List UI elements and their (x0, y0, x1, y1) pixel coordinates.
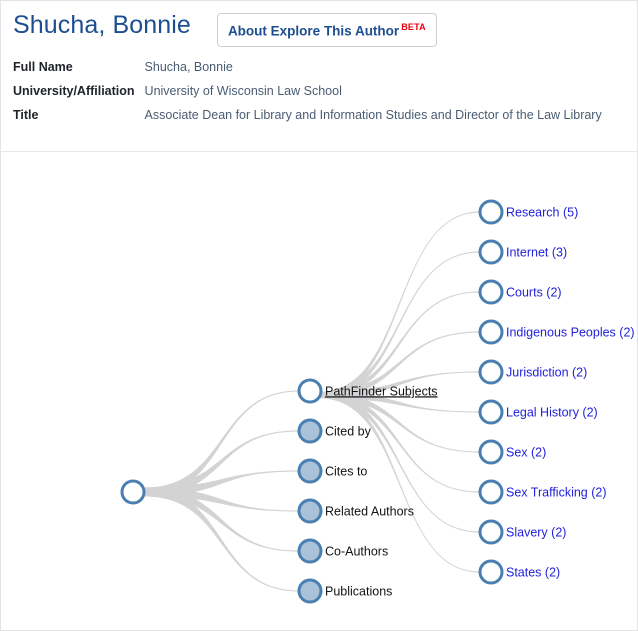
graph-node-subject[interactable]: Slavery (2) (478, 519, 566, 545)
graph-node-label[interactable]: Co-Authors (325, 544, 388, 558)
graph-node-label[interactable]: Cited by (325, 424, 372, 438)
graph-node-label[interactable]: Cites to (325, 464, 367, 478)
graph-nodes[interactable]: PathFinder Subjects Cited by Cites to Relat… (120, 199, 635, 604)
graph-node-label[interactable]: PathFinder Subjects (325, 384, 438, 398)
author-graph-canvas[interactable]: PathFinder Subjects Cited by Cites to Relat… (1, 152, 637, 622)
author-explorer-page: Shucha, Bonnie About Explore This Author… (0, 0, 638, 631)
graph-node-label[interactable]: Indigenous Peoples (2) (506, 325, 635, 339)
graph-node-subject[interactable]: Indigenous Peoples (2) (478, 319, 635, 345)
graph-node-subject[interactable]: Legal History (2) (478, 399, 598, 425)
graph-node-circle[interactable] (297, 418, 323, 444)
author-header: Shucha, Bonnie About Explore This Author… (1, 1, 637, 128)
metadata-row: Full Name Shucha, Bonnie (13, 56, 602, 80)
graph-node-subject[interactable]: Courts (2) (478, 279, 562, 305)
graph-node-label[interactable]: Courts (2) (506, 285, 562, 299)
graph-node-label[interactable]: Legal History (2) (506, 405, 598, 419)
graph-node-circle[interactable] (478, 279, 504, 305)
metadata-label: Full Name (13, 60, 73, 74)
graph-node-circle[interactable] (478, 439, 504, 465)
about-button-label: About Explore This Author (227, 23, 400, 39)
graph-node-circle[interactable] (478, 359, 504, 385)
graph-node-label[interactable]: Sex (2) (506, 445, 546, 459)
about-explore-this-author-button[interactable]: About Explore This Author BETA (216, 13, 437, 47)
metadata-value: University of Wisconsin Law School (144, 84, 342, 98)
graph-node-circle[interactable] (120, 479, 146, 505)
graph-node-label[interactable]: Research (5) (506, 205, 578, 219)
graph-node-circle[interactable] (297, 498, 323, 524)
graph-node-circle[interactable] (297, 458, 323, 484)
metadata-value: Shucha, Bonnie (144, 60, 233, 74)
graph-edge (319, 211, 480, 399)
graph-node-label[interactable]: States (2) (506, 565, 560, 579)
graph-node-label[interactable]: Internet (3) (506, 245, 567, 259)
graph-node-label[interactable]: Related Authors (325, 504, 414, 518)
graph-node-subject[interactable]: Sex (2) (478, 439, 546, 465)
graph-node-label[interactable]: Sex Trafficking (2) (506, 485, 607, 499)
graph-node-circle[interactable] (478, 319, 504, 345)
metadata-label: Title (13, 108, 39, 122)
graph-node-category[interactable]: Cited by (297, 418, 372, 444)
title-row: Shucha, Bonnie About Explore This Author… (13, 10, 625, 50)
graph-node-category[interactable]: Co-Authors (297, 538, 388, 564)
graph-node-circle[interactable] (478, 479, 504, 505)
graph-node-circle[interactable] (297, 538, 323, 564)
graph-node-category[interactable]: Publications (297, 578, 392, 604)
graph-node-label[interactable]: Jurisdiction (2) (506, 365, 587, 379)
graph-node-author-root[interactable] (120, 479, 146, 505)
author-graph-svg[interactable]: PathFinder Subjects Cited by Cites to Relat… (1, 152, 637, 622)
graph-node-subject[interactable]: Sex Trafficking (2) (478, 479, 607, 505)
graph-node-subject[interactable]: States (2) (478, 559, 560, 585)
metadata-row: Title Associate Dean for Library and Info… (13, 104, 602, 128)
graph-node-circle[interactable] (478, 239, 504, 265)
graph-edge (319, 251, 480, 399)
graph-node-category[interactable]: Cites to (297, 458, 367, 484)
graph-node-subject[interactable]: Internet (3) (478, 239, 567, 265)
graph-node-label[interactable]: Slavery (2) (506, 525, 566, 539)
graph-node-circle[interactable] (478, 519, 504, 545)
graph-node-circle[interactable] (297, 578, 323, 604)
graph-node-circle[interactable] (478, 399, 504, 425)
graph-node-circle[interactable] (297, 378, 323, 404)
graph-node-category[interactable]: Related Authors (297, 498, 414, 524)
graph-node-label[interactable]: Publications (325, 584, 392, 598)
metadata-row: University/Affiliation University of Wisc… (13, 80, 602, 104)
metadata-value: Associate Dean for Library and Informati… (144, 108, 602, 122)
page-title: Shucha, Bonnie (13, 11, 191, 39)
graph-node-subject[interactable]: Jurisdiction (2) (478, 359, 587, 385)
graph-node-subject[interactable]: Research (5) (478, 199, 578, 225)
author-metadata-table: Full Name Shucha, Bonnie University/Affili… (13, 56, 602, 128)
beta-badge: BETA (401, 22, 426, 32)
graph-node-circle[interactable] (478, 199, 504, 225)
metadata-label: University/Affiliation (13, 84, 135, 98)
graph-node-circle[interactable] (478, 559, 504, 585)
